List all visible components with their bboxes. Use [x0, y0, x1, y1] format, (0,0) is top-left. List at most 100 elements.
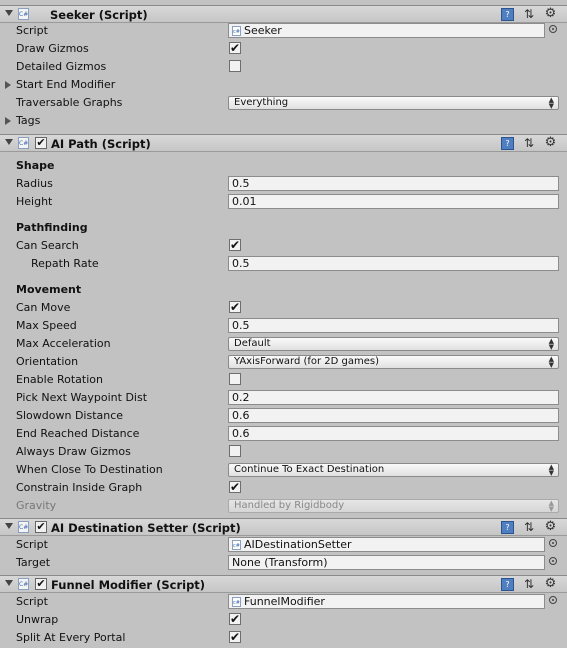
preset-icon[interactable]: ⇅ [523, 521, 536, 534]
start-end-modifier-row[interactable]: Start End Modifier [0, 76, 567, 94]
ai-path-component-header[interactable]: C# ✔ AI Path (Script) ? ⇅ ⚙ [0, 134, 567, 152]
help-book-icon[interactable]: ? [501, 578, 514, 591]
object-picker-icon[interactable] [549, 25, 557, 33]
dropdown-arrows-icon: ▲ ▼ [548, 499, 554, 513]
gravity-dropdown: Handled by Rigidbody ▲ ▼ [228, 499, 559, 513]
gear-icon[interactable]: ⚙ [544, 136, 557, 150]
component-enabled-checkbox[interactable]: ✔ [35, 578, 47, 590]
pick-next-waypoint-input[interactable]: 0.2 [228, 390, 559, 405]
script-label: Script [16, 538, 48, 551]
seeker-component-header[interactable]: C# Seeker (Script) ? ⇅ ⚙ [0, 5, 567, 23]
funnel-modifier-component-header[interactable]: C# ✔ Funnel Modifier (Script) ? ⇅ ⚙ [0, 575, 567, 593]
csharp-script-icon: C# [18, 578, 29, 590]
can-move-label: Can Move [16, 301, 71, 314]
radius-row: Radius 0.5 [0, 175, 567, 193]
help-book-icon[interactable]: ? [501, 137, 514, 150]
detailed-gizmos-checkbox[interactable] [229, 60, 241, 72]
csharp-script-icon: C# [18, 137, 29, 149]
end-reached-distance-row: End Reached Distance 0.6 [0, 425, 567, 443]
orientation-value: YAxisForward (for 2D games) [234, 356, 380, 367]
traversable-graphs-row: Traversable Graphs Everything ▲ ▼ [0, 94, 567, 112]
object-picker-icon[interactable] [549, 557, 557, 565]
preset-icon[interactable]: ⇅ [523, 578, 536, 591]
pick-next-waypoint-row: Pick Next Waypoint Dist 0.2 [0, 389, 567, 407]
can-move-checkbox[interactable]: ✔ [229, 301, 241, 313]
tags-label[interactable]: Tags [16, 114, 40, 127]
slowdown-distance-input[interactable]: 0.6 [228, 408, 559, 423]
enable-rotation-checkbox[interactable] [229, 373, 241, 385]
start-end-modifier-label[interactable]: Start End Modifier [16, 78, 115, 91]
csharp-script-icon: C# [18, 521, 29, 533]
target-label: Target [16, 556, 51, 569]
detailed-gizmos-row: Detailed Gizmos [0, 58, 567, 76]
constrain-inside-graph-label: Constrain Inside Graph [16, 481, 143, 494]
unwrap-row: Unwrap ✔ [0, 611, 567, 629]
foldout-arrow-icon[interactable] [5, 117, 11, 125]
preset-icon[interactable]: ⇅ [523, 137, 536, 150]
unwrap-checkbox[interactable]: ✔ [229, 613, 241, 625]
radius-label: Radius [16, 177, 53, 190]
constrain-inside-graph-checkbox[interactable]: ✔ [229, 481, 241, 493]
height-input[interactable]: 0.01 [228, 194, 559, 209]
gear-icon[interactable]: ⚙ [544, 577, 557, 591]
seeker-title: Seeker (Script) [50, 8, 148, 22]
dropdown-arrows-icon: ▲ ▼ [548, 463, 554, 477]
script-field[interactable]: c# AIDestinationSetter [228, 537, 545, 552]
foldout-arrow-icon[interactable] [5, 81, 11, 89]
detailed-gizmos-label: Detailed Gizmos [16, 60, 107, 73]
end-reached-distance-input[interactable]: 0.6 [228, 426, 559, 441]
gravity-row: Gravity Handled by Rigidbody ▲ ▼ [0, 497, 567, 515]
shape-heading: Shape [16, 159, 55, 172]
always-draw-gizmos-checkbox[interactable] [229, 445, 241, 457]
gear-icon[interactable]: ⚙ [544, 7, 557, 21]
object-picker-icon[interactable] [549, 539, 557, 547]
script-field[interactable]: c# Seeker [228, 23, 545, 38]
dropdown-arrows-icon: ▲ ▼ [548, 355, 554, 369]
help-book-icon[interactable]: ? [501, 521, 514, 534]
when-close-row: When Close To Destination Continue To Ex… [0, 461, 567, 479]
repath-rate-input[interactable]: 0.5 [228, 256, 559, 271]
pick-next-waypoint-label: Pick Next Waypoint Dist [16, 391, 148, 404]
traversable-graphs-dropdown[interactable]: Everything ▲ ▼ [228, 96, 559, 110]
max-acceleration-value: Default [234, 338, 271, 349]
component-enabled-checkbox[interactable]: ✔ [35, 137, 47, 149]
seeker-script-row: Script c# Seeker [0, 22, 567, 40]
object-picker-icon[interactable] [549, 596, 557, 604]
orientation-dropdown[interactable]: YAxisForward (for 2D games) ▲ ▼ [228, 355, 559, 369]
slowdown-distance-row: Slowdown Distance 0.6 [0, 407, 567, 425]
draw-gizmos-checkbox[interactable]: ✔ [229, 42, 241, 54]
can-search-checkbox[interactable]: ✔ [229, 239, 241, 251]
always-draw-gizmos-label: Always Draw Gizmos [16, 445, 131, 458]
always-draw-gizmos-row: Always Draw Gizmos [0, 443, 567, 461]
help-book-icon[interactable]: ? [501, 8, 514, 21]
foldout-arrow-icon[interactable] [5, 580, 13, 586]
foldout-arrow-icon[interactable] [5, 523, 13, 529]
shape-heading-row: Shape [0, 157, 567, 175]
unwrap-label: Unwrap [16, 613, 59, 626]
max-speed-label: Max Speed [16, 319, 77, 332]
destination-setter-component-header[interactable]: C# ✔ AI Destination Setter (Script) ? ⇅ … [0, 518, 567, 536]
tags-row[interactable]: Tags [0, 112, 567, 130]
movement-heading: Movement [16, 283, 82, 296]
preset-icon[interactable]: ⇅ [523, 8, 536, 21]
max-acceleration-row: Max Acceleration Default ▲ ▼ [0, 335, 567, 353]
script-field[interactable]: c# FunnelModifier [228, 594, 545, 609]
radius-input[interactable]: 0.5 [228, 176, 559, 191]
max-speed-input[interactable]: 0.5 [228, 318, 559, 333]
component-enabled-checkbox[interactable]: ✔ [35, 521, 47, 533]
constrain-inside-graph-row: Constrain Inside Graph ✔ [0, 479, 567, 497]
when-close-dropdown[interactable]: Continue To Exact Destination ▲ ▼ [228, 463, 559, 477]
target-field[interactable]: None (Transform) [228, 555, 545, 570]
script-file-icon: c# [232, 540, 241, 550]
foldout-arrow-icon[interactable] [5, 10, 13, 16]
split-at-every-portal-checkbox[interactable]: ✔ [229, 631, 241, 643]
max-acceleration-dropdown[interactable]: Default ▲ ▼ [228, 337, 559, 351]
enable-rotation-label: Enable Rotation [16, 373, 103, 386]
max-speed-row: Max Speed 0.5 [0, 317, 567, 335]
script-label: Script [16, 595, 48, 608]
gear-icon[interactable]: ⚙ [544, 520, 557, 534]
script-file-icon: c# [232, 26, 241, 36]
split-at-every-portal-row: Split At Every Portal ✔ [0, 629, 567, 647]
slowdown-distance-label: Slowdown Distance [16, 409, 124, 422]
foldout-arrow-icon[interactable] [5, 139, 13, 145]
